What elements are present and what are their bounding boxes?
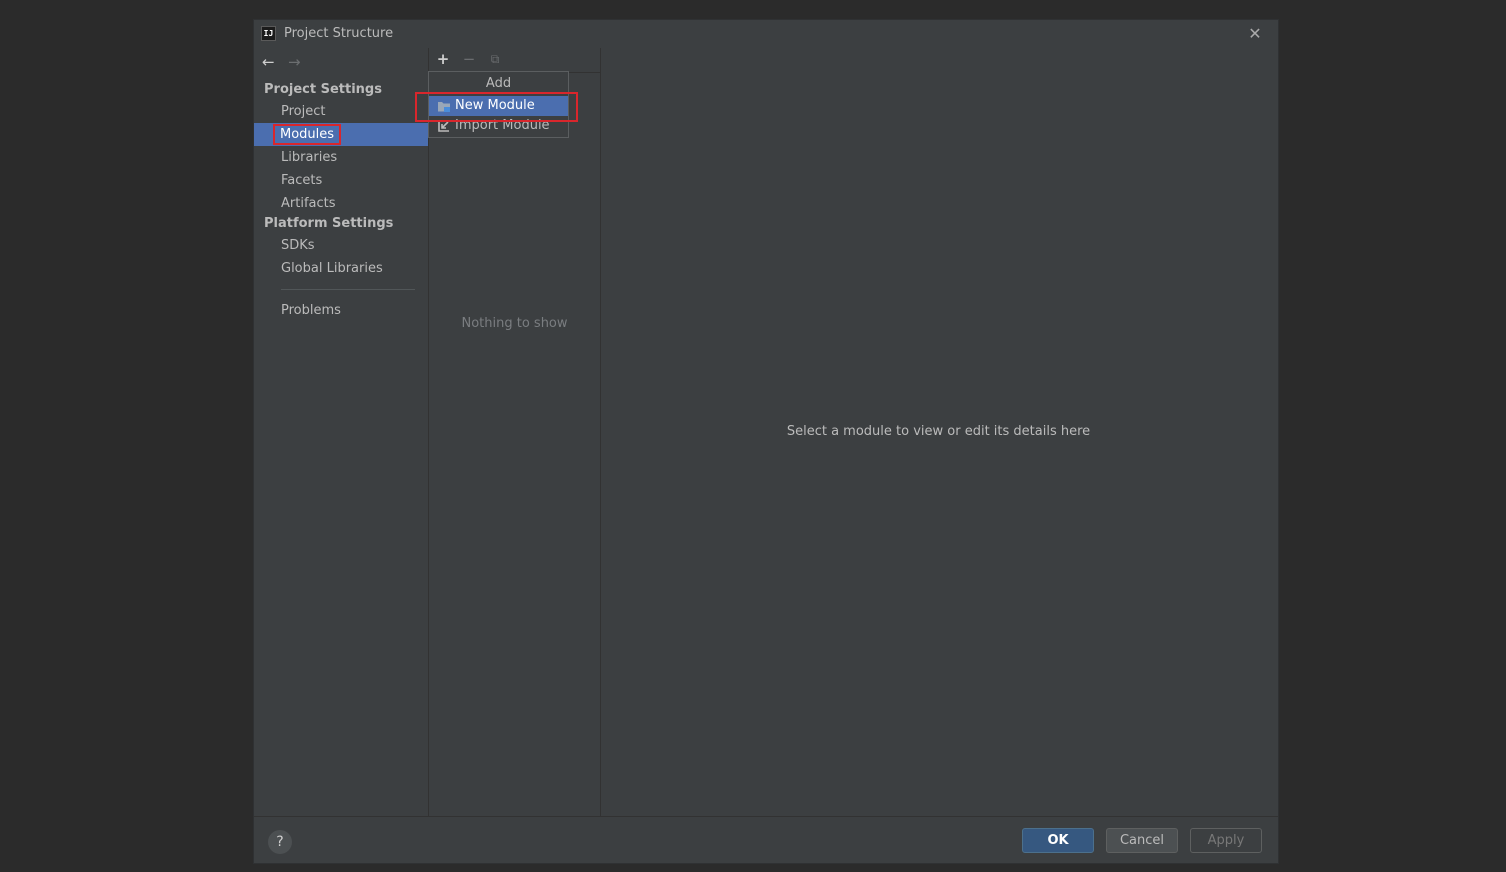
apply-button[interactable]: Apply — [1190, 828, 1262, 853]
help-button[interactable]: ? — [268, 830, 292, 854]
intellij-icon: IJ — [261, 26, 276, 41]
details-placeholder-text: Select a module to view or edit its deta… — [786, 424, 1091, 439]
sidebar-item-modules[interactable]: Modules — [254, 123, 428, 146]
ok-button[interactable]: OK — [1022, 828, 1094, 853]
sidebar-item-artifacts[interactable]: Artifacts — [254, 192, 428, 215]
divider — [281, 289, 415, 290]
sidebar-item-label: Libraries — [281, 150, 338, 165]
add-popup-menu: Add New Module Import Module — [428, 71, 569, 138]
sidebar-item-label: Modules — [272, 124, 342, 145]
sidebar-item-sdks[interactable]: SDKs — [254, 234, 428, 257]
project-structure-dialog: IJ Project Structure ✕ ← → Project Setti… — [254, 20, 1278, 863]
sidebar-item-libraries[interactable]: Libraries — [254, 146, 428, 169]
sidebar-item-label: Artifacts — [281, 196, 336, 211]
copy-icon[interactable]: ⧉ — [486, 50, 504, 68]
folder-icon — [438, 102, 450, 112]
popup-title: Add — [485, 76, 512, 91]
sidebar-item-facets[interactable]: Facets — [254, 169, 428, 192]
title-bar: IJ Project Structure ✕ — [254, 20, 1278, 48]
dialog-footer: ? OK Cancel Apply — [254, 816, 1278, 864]
project-settings-header: Project Settings — [264, 82, 382, 97]
menu-item-label: Import Module — [455, 118, 550, 133]
menu-item-label: New Module — [455, 98, 535, 113]
arrow-left-icon[interactable]: ← — [262, 54, 275, 70]
sidebar-item-label: Global Libraries — [281, 261, 383, 276]
modules-toolbar: + − ⧉ — [429, 48, 600, 73]
menu-item-new-module[interactable]: New Module — [429, 96, 568, 116]
settings-sidebar: ← → Project Settings Project Modules Lib… — [254, 48, 428, 816]
sidebar-item-label: SDKs — [281, 238, 315, 253]
close-icon[interactable]: ✕ — [1246, 25, 1264, 43]
plus-icon[interactable]: + — [434, 50, 452, 68]
sidebar-item-label: Problems — [281, 303, 341, 318]
sidebar-item-global-libraries[interactable]: Global Libraries — [254, 257, 428, 280]
platform-settings-header: Platform Settings — [264, 216, 394, 231]
cancel-button[interactable]: Cancel — [1106, 828, 1178, 853]
sidebar-item-label: Facets — [281, 173, 323, 188]
empty-list-text: Nothing to show — [461, 316, 568, 331]
minus-icon[interactable]: − — [460, 50, 478, 68]
dialog-title: Project Structure — [284, 26, 394, 41]
modules-list-pane: + − ⧉ Nothing to show — [428, 48, 601, 816]
sidebar-item-project[interactable]: Project — [254, 100, 428, 123]
sidebar-item-problems[interactable]: Problems — [254, 299, 428, 322]
sidebar-item-label: Project — [281, 104, 326, 119]
menu-item-import-module[interactable]: Import Module — [429, 116, 568, 136]
import-icon — [438, 121, 449, 132]
arrow-right-icon[interactable]: → — [288, 54, 301, 70]
